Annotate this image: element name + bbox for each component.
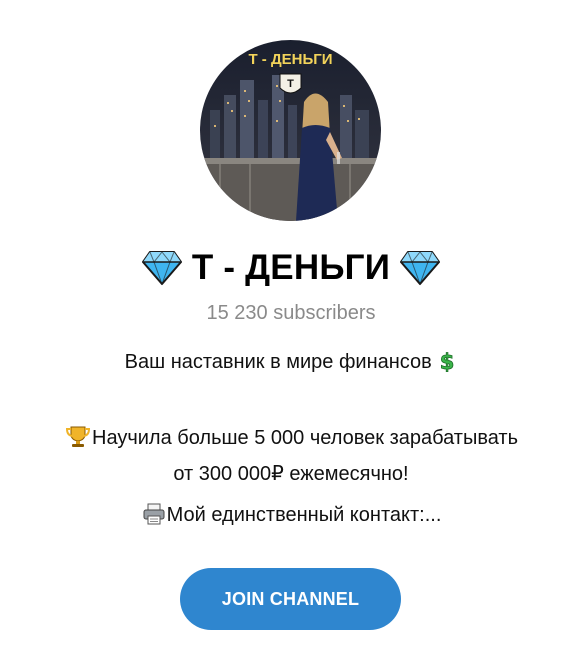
trophy-icon (65, 426, 91, 448)
description-text: Мой единственный контакт:... (166, 504, 442, 526)
join-channel-button[interactable]: JOIN CHANNEL (180, 568, 401, 630)
svg-text:Т - ДЕНЬГИ: Т - ДЕНЬГИ (248, 51, 332, 68)
description-line: от 300 000₽ ежемесячно! (0, 462, 582, 486)
subscriber-count: 15 230 subscribers (206, 302, 376, 324)
description-text: от 300 000₽ ежемесячно! (173, 463, 409, 485)
description-text: Научила больше 5 000 человек зарабатыват… (92, 427, 518, 449)
printer-icon (142, 503, 166, 525)
gem-stone-icon (400, 250, 441, 286)
channel-title: Т - ДЕНЬГИ (191, 248, 391, 287)
channel-preview: Т Т - ДЕНЬГИ Т - ДЕНЬГИ 15 230 subscribe… (0, 0, 582, 670)
description-line: Мой единственный контакт:... (0, 503, 582, 527)
dollar-sign-icon: $ (438, 350, 456, 372)
description-line: Ваш наставник в мире финансов $ (0, 350, 582, 374)
gem-stone-icon (141, 250, 182, 286)
channel-title-row: Т - ДЕНЬГИ (0, 244, 582, 292)
description-line: Научила больше 5 000 человек зарабатыват… (0, 426, 582, 450)
svg-text:Т: Т (287, 78, 294, 90)
description-text: Ваш наставник в мире финансов (124, 351, 432, 373)
svg-text:$: $ (440, 350, 455, 372)
channel-avatar: Т Т - ДЕНЬГИ (200, 40, 381, 221)
